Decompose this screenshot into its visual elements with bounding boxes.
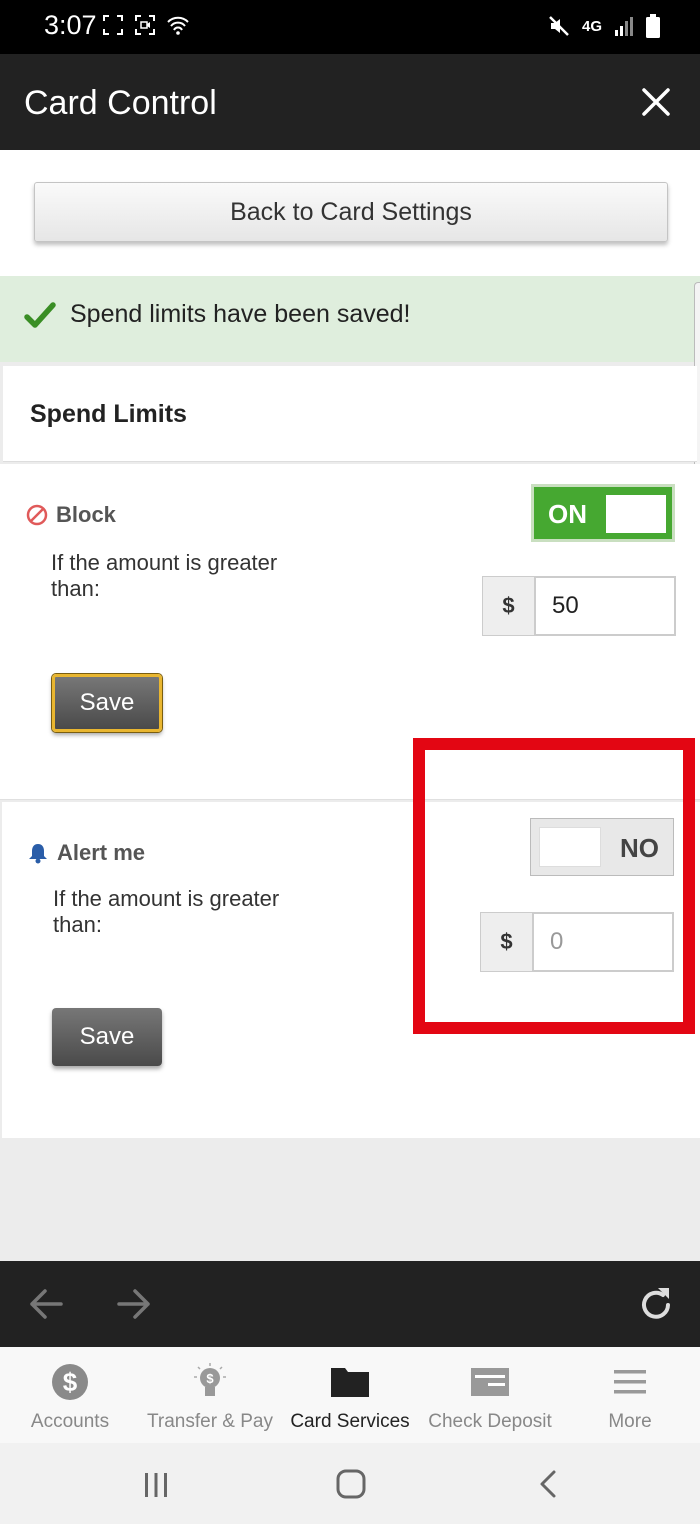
nav-label-more: More	[608, 1411, 652, 1432]
system-nav	[0, 1443, 700, 1524]
block-icon	[26, 504, 48, 526]
block-toggle-label: ON	[548, 499, 587, 529]
success-message: Spend limits have been saved!	[70, 300, 411, 328]
block-toggle-knob	[606, 495, 666, 533]
lightbulb-dollar-icon: $	[194, 1363, 226, 1396]
success-banner: Spend limits have been saved!	[0, 276, 700, 362]
block-label-text: Block	[56, 502, 116, 527]
arrow-left-icon[interactable]	[28, 1287, 64, 1321]
dollar-circle-icon: $	[52, 1364, 88, 1400]
status-left-icons	[102, 14, 190, 36]
main-content: Back to Card Settings Spend limits have …	[0, 150, 700, 1261]
recent-apps-icon[interactable]	[142, 1471, 170, 1499]
back-to-card-settings-button[interactable]: Back to Card Settings	[34, 182, 668, 242]
check-icon	[471, 1368, 509, 1396]
mute-icon	[549, 16, 569, 36]
nav-card-services[interactable]: Card Services	[280, 1347, 420, 1443]
back-icon[interactable]	[536, 1469, 560, 1499]
block-label: Block	[26, 502, 116, 528]
browser-toolbar	[0, 1261, 700, 1347]
nav-accounts[interactable]: $ Accounts	[0, 1347, 140, 1443]
bottom-nav: $ Accounts $ Transfer & Pay Card Service…	[0, 1347, 700, 1443]
screenshot-icon	[103, 15, 123, 35]
app-header: Card Control	[0, 54, 700, 150]
status-right-icons: 4G	[548, 14, 660, 38]
battery-icon	[646, 14, 660, 38]
nav-more[interactable]: More	[560, 1347, 700, 1443]
block-toggle[interactable]: ON	[531, 484, 675, 542]
alert-label: Alert me	[27, 840, 145, 866]
block-description: If the amount is greater than:	[51, 550, 278, 601]
status-time: 3:07	[44, 10, 97, 40]
nav-label-card-services: Card Services	[290, 1411, 410, 1432]
alert-description: If the amount is greater than:	[53, 886, 280, 937]
close-icon[interactable]	[638, 84, 674, 120]
hamburger-icon	[614, 1370, 646, 1394]
svg-text:$: $	[63, 1367, 78, 1397]
svg-text:$: $	[206, 1371, 214, 1386]
checkmark-icon	[24, 302, 56, 328]
section-title: Spend Limits	[30, 400, 187, 428]
wifi-icon	[167, 16, 189, 35]
signal-icon	[615, 17, 633, 36]
home-icon[interactable]	[336, 1469, 366, 1499]
screen-record-icon	[135, 15, 155, 35]
reload-icon[interactable]	[638, 1285, 674, 1323]
highlight-annotation	[413, 738, 695, 1034]
arrow-right-icon[interactable]	[116, 1287, 152, 1321]
back-button-container: Back to Card Settings	[0, 150, 700, 276]
nav-label-transfer-pay: Transfer & Pay	[146, 1411, 273, 1432]
status-bar: 3:07 4G	[0, 0, 700, 54]
network-type-label: 4G	[581, 17, 602, 35]
alert-label-text: Alert me	[57, 840, 146, 865]
section-header: Spend Limits	[3, 366, 697, 462]
alert-save-button[interactable]: Save	[52, 1008, 162, 1066]
block-amount-input[interactable]	[534, 576, 676, 636]
nav-check-deposit[interactable]: Check Deposit	[420, 1347, 560, 1443]
block-amount-group: $	[482, 576, 676, 636]
bell-icon	[29, 844, 47, 864]
nav-label-check-deposit: Check Deposit	[428, 1411, 552, 1432]
nav-transfer-pay[interactable]: $ Transfer & Pay	[140, 1347, 280, 1443]
folder-icon	[331, 1368, 369, 1397]
block-save-button[interactable]: Save	[52, 674, 162, 732]
page-title: Card Control	[24, 84, 217, 122]
nav-label-accounts: Accounts	[30, 1411, 110, 1432]
block-currency-prefix: $	[482, 576, 534, 636]
